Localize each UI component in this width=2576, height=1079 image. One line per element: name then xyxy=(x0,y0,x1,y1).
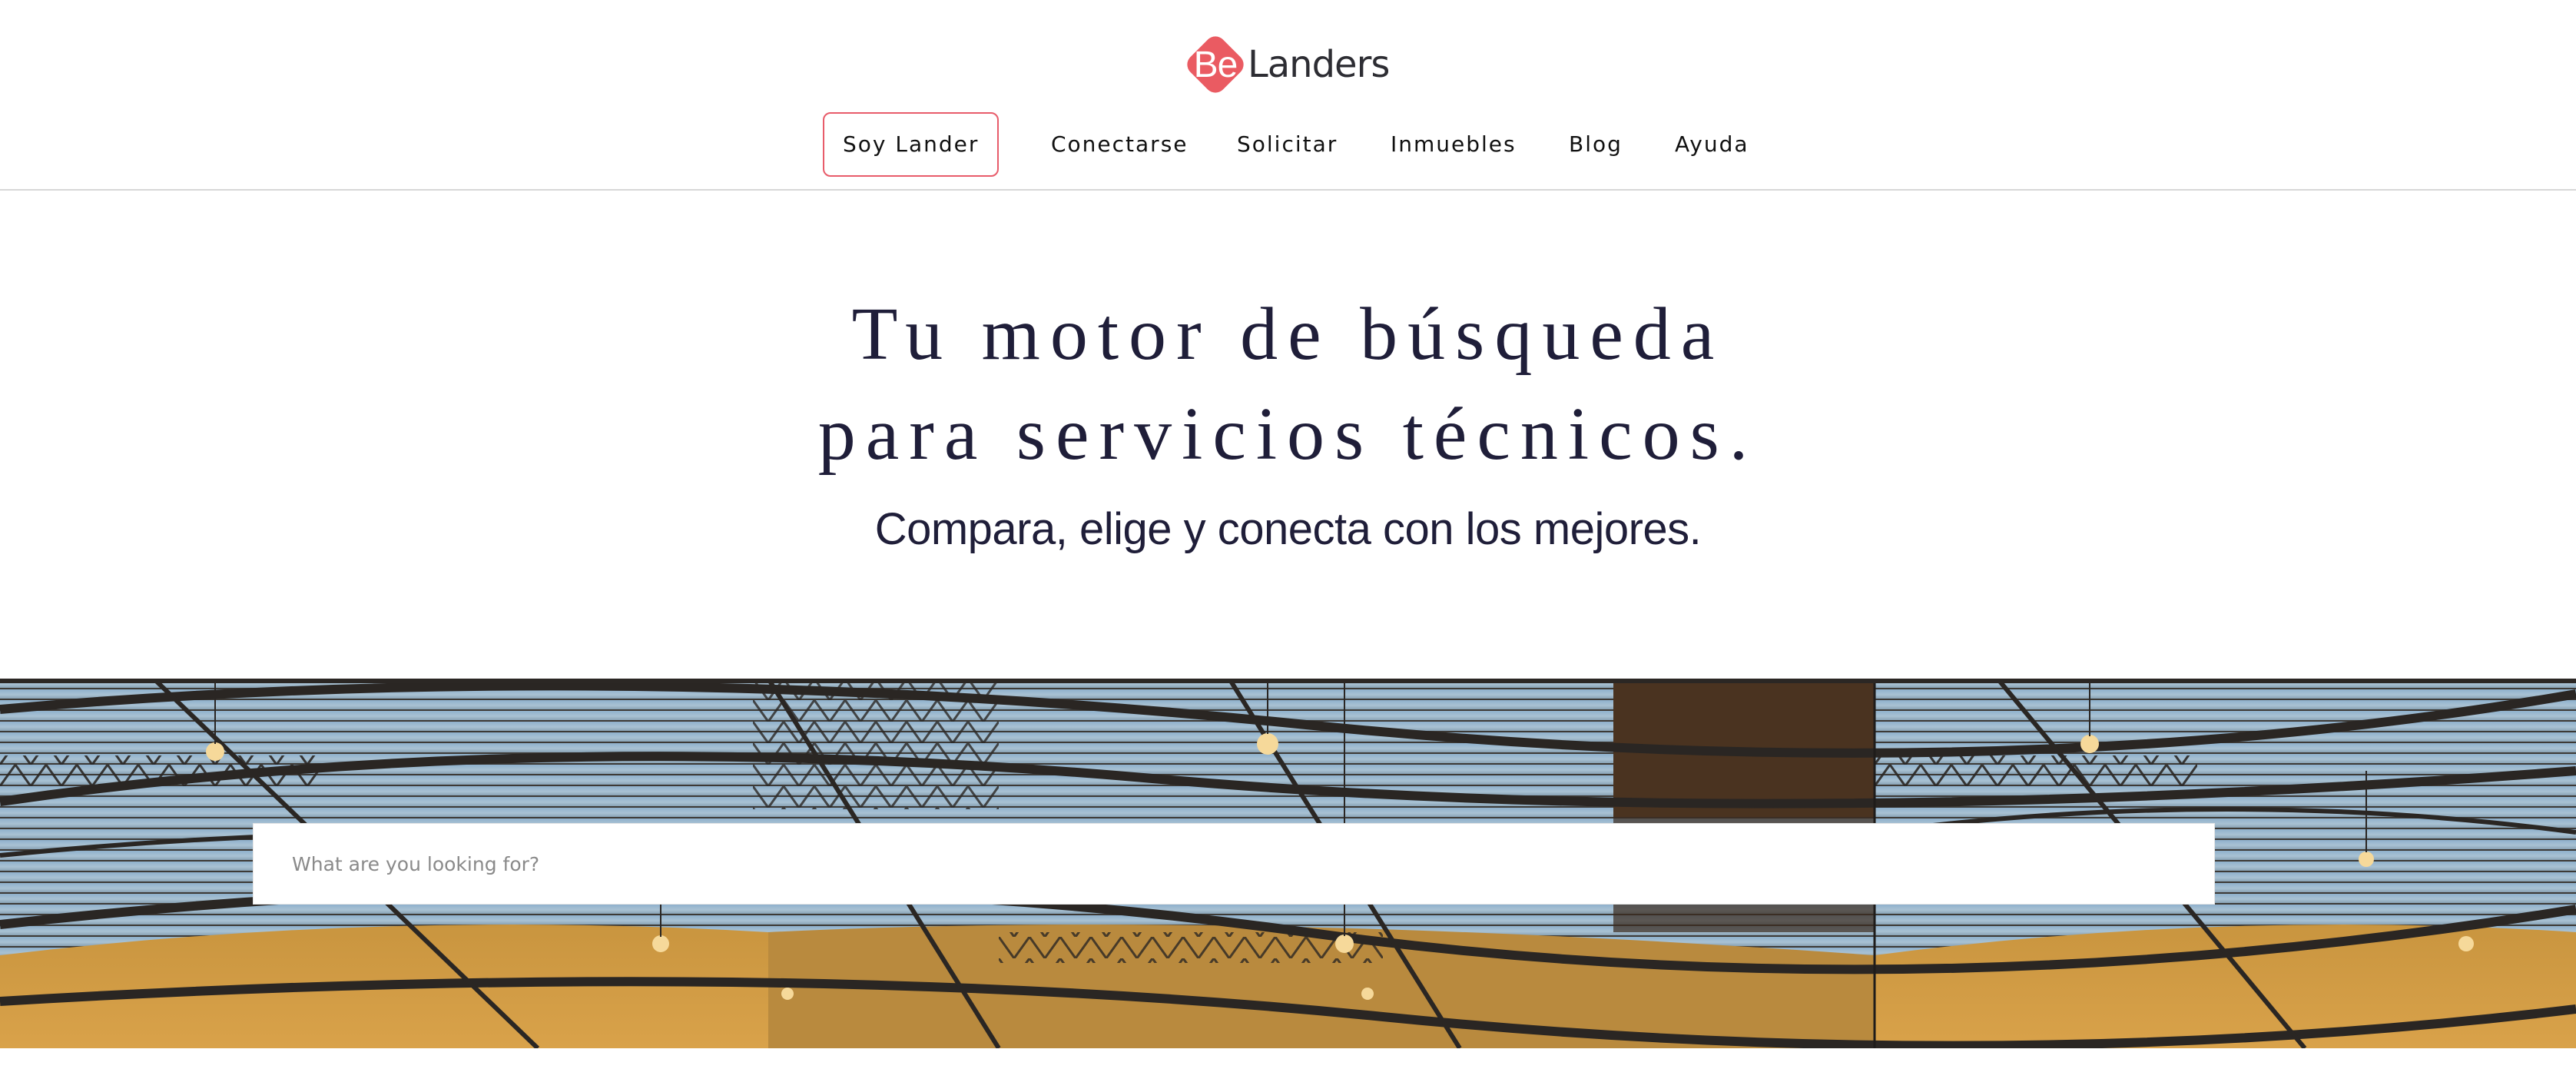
brand-logo[interactable]: Be Landers xyxy=(1182,32,1390,98)
search-box xyxy=(253,823,2215,905)
logo-diamond-icon: Be xyxy=(1182,32,1248,98)
nav-inmuebles-link[interactable]: Inmuebles xyxy=(1391,112,1517,177)
hero-title-line-1: Tu motor de búsqueda xyxy=(851,293,1725,376)
site-header: Be Landers Soy Lander Conectarse Solicit… xyxy=(0,0,2576,191)
logo-mark-text: Be xyxy=(1193,44,1238,85)
hero-subtitle: Compara, elige y conecta con los mejores… xyxy=(874,504,1702,554)
search-input[interactable] xyxy=(254,824,2214,904)
logo-wordmark: Landers xyxy=(1248,43,1390,86)
hero-title-line-2: para servicios técnicos. xyxy=(817,393,1759,476)
nav-ayuda-link[interactable]: Ayuda xyxy=(1675,112,1749,177)
nav-conectarse-link[interactable]: Conectarse xyxy=(1051,112,1189,177)
nav-soy-lander-button[interactable]: Soy Lander xyxy=(823,112,1000,177)
nav-blog-link[interactable]: Blog xyxy=(1569,112,1623,177)
main-nav: Soy Lander Conectarse Solicitar Inmueble… xyxy=(0,112,2576,177)
hero-title: Tu motor de búsqueda para servicios técn… xyxy=(0,284,2576,484)
nav-solicitar-link[interactable]: Solicitar xyxy=(1237,112,1338,177)
